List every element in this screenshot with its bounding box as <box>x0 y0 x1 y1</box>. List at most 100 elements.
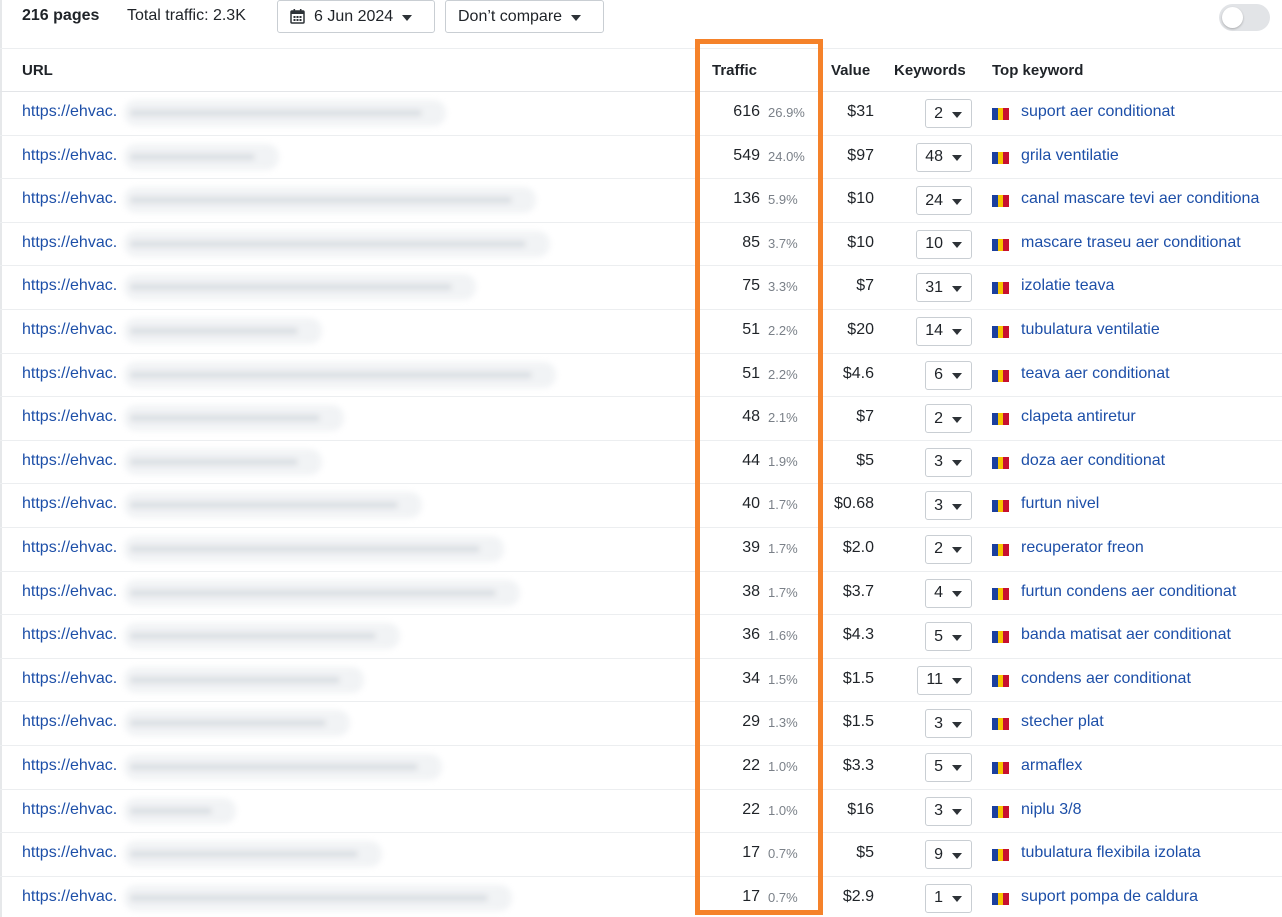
redacted-url-blur <box>124 623 400 650</box>
page-url-link[interactable]: https://ehvac. <box>22 408 117 426</box>
keywords-dropdown[interactable]: 3 <box>925 491 972 521</box>
top-keyword-link[interactable]: suport aer conditionat <box>1021 103 1175 121</box>
column-header-top-keyword[interactable]: Top keyword <box>992 62 1083 79</box>
column-header-keywords[interactable]: Keywords <box>894 62 966 79</box>
traffic-share: 5.9% <box>768 192 798 208</box>
page-url-link[interactable]: https://ehvac. <box>22 713 117 731</box>
keywords-count: 11 <box>926 671 943 689</box>
top-keyword-link[interactable]: banda matisat aer conditionat <box>1021 626 1231 644</box>
redacted-url-blur <box>124 100 446 126</box>
page-url-link[interactable]: https://ehvac. <box>22 190 117 208</box>
keywords-dropdown[interactable]: 10 <box>916 229 972 259</box>
traffic-value: 38 <box>742 582 760 600</box>
keywords-dropdown[interactable]: 9 <box>925 840 972 870</box>
traffic-value-usd: $10 <box>847 233 874 251</box>
keywords-count: 9 <box>934 845 943 863</box>
page-url-link[interactable]: https://ehvac. <box>22 757 117 775</box>
chevron-down-icon <box>952 242 962 249</box>
top-keyword-link[interactable]: niplu 3/8 <box>1021 801 1082 819</box>
keywords-dropdown[interactable]: 24 <box>916 186 972 216</box>
traffic-value: 22 <box>742 756 760 774</box>
column-header-value[interactable]: Value <box>831 62 870 79</box>
top-keyword-link[interactable]: recuperator freon <box>1021 539 1144 557</box>
page-url-link[interactable]: https://ehvac. <box>22 539 117 557</box>
column-header-url[interactable]: URL <box>22 62 53 79</box>
traffic-value-usd: $4.6 <box>842 364 874 382</box>
keywords-count: 3 <box>934 496 943 514</box>
page-url-link[interactable]: https://ehvac. <box>22 583 117 601</box>
keywords-dropdown[interactable]: 5 <box>925 622 972 652</box>
page-url-link[interactable]: https://ehvac. <box>22 321 117 339</box>
chevron-down-icon <box>952 111 962 118</box>
keywords-dropdown[interactable]: 14 <box>916 316 972 346</box>
top-keyword-link[interactable]: condens aer conditionat <box>1021 670 1191 688</box>
top-keyword-link[interactable]: mascare traseu aer conditionat <box>1021 234 1241 252</box>
page-url-link[interactable]: https://ehvac. <box>22 670 117 688</box>
keywords-dropdown[interactable]: 3 <box>925 709 972 739</box>
top-keyword-link[interactable]: stecher plat <box>1021 713 1104 731</box>
top-keyword-link[interactable]: suport pompa de caldura <box>1021 888 1198 906</box>
keywords-dropdown[interactable]: 31 <box>916 273 972 303</box>
top-keyword-link[interactable]: doza aer conditionat <box>1021 452 1165 470</box>
keywords-dropdown[interactable]: 6 <box>925 360 972 390</box>
toggle-switch[interactable] <box>1219 4 1270 31</box>
page-url-link[interactable]: https://ehvac. <box>22 495 117 513</box>
top-keyword-link[interactable]: tubulatura flexibila izolata <box>1021 844 1201 862</box>
chevron-down-icon <box>952 634 962 641</box>
traffic-value-usd: $5 <box>856 451 874 469</box>
traffic-value: 22 <box>742 800 760 818</box>
page-url-link[interactable]: https://ehvac. <box>22 277 117 295</box>
column-header-traffic[interactable]: Traffic <box>712 62 757 79</box>
romania-flag-icon <box>992 892 1010 905</box>
keywords-dropdown[interactable]: 4 <box>925 578 972 608</box>
traffic-value: 75 <box>742 277 760 295</box>
romania-flag-icon <box>992 718 1010 731</box>
keywords-dropdown[interactable]: 3 <box>925 796 972 826</box>
table-row: https://ehvac. 39 1.7% $2.0 2 recuperator fre… <box>0 528 1282 572</box>
top-keyword-link[interactable]: teava aer conditionat <box>1021 365 1170 383</box>
page-url-link[interactable]: https://ehvac. <box>22 844 117 862</box>
page-url-link[interactable]: https://ehvac. <box>22 801 117 819</box>
page-url-link[interactable]: https://ehvac. <box>22 452 117 470</box>
top-keyword-link[interactable]: grila ventilatie <box>1021 147 1119 165</box>
keywords-dropdown[interactable]: 3 <box>925 447 972 477</box>
keywords-dropdown[interactable]: 2 <box>925 99 972 128</box>
page-url-link[interactable]: https://ehvac. <box>22 147 117 165</box>
traffic-share: 1.6% <box>768 628 798 644</box>
top-keyword-link[interactable]: canal mascare tevi aer conditiona <box>1021 190 1259 208</box>
redacted-url-blur <box>124 405 344 432</box>
traffic-value-usd: $97 <box>847 146 874 164</box>
keywords-dropdown[interactable]: 2 <box>925 404 972 434</box>
top-keyword-link[interactable]: furtun condens aer conditionat <box>1021 583 1236 601</box>
keywords-dropdown[interactable]: 48 <box>916 142 972 172</box>
table-row: https://ehvac. 75 3.3% $7 31 izolatie teava <box>0 266 1282 310</box>
top-keyword-link[interactable]: armaflex <box>1021 757 1082 775</box>
chevron-down-icon <box>952 155 962 162</box>
page-url-link[interactable]: https://ehvac. <box>22 626 117 644</box>
keywords-dropdown[interactable]: 5 <box>925 752 972 782</box>
keywords-count: 2 <box>934 409 943 427</box>
table-row: https://ehvac. 549 24.0% $97 48 grila ventila… <box>0 136 1282 180</box>
chevron-down-icon <box>952 852 962 859</box>
page-url-link[interactable]: https://ehvac. <box>22 365 117 383</box>
compare-dropdown-button[interactable]: Don’t compare <box>445 0 604 33</box>
traffic-value: 549 <box>733 146 760 164</box>
page-url-link[interactable]: https://ehvac. <box>22 234 117 252</box>
top-keyword-link[interactable]: izolatie teava <box>1021 277 1114 295</box>
traffic-value: 51 <box>742 364 760 382</box>
traffic-value: 17 <box>742 887 760 905</box>
top-keyword-link[interactable]: clapeta antiretur <box>1021 408 1136 426</box>
compare-label: Don’t compare <box>458 7 563 25</box>
traffic-value-usd: $2.0 <box>842 538 874 556</box>
date-picker-button[interactable]: 6 Jun 2024 <box>277 0 435 33</box>
keywords-dropdown[interactable]: 11 <box>917 665 972 695</box>
traffic-share: 26.9% <box>768 105 805 120</box>
keywords-count: 3 <box>934 714 943 732</box>
keywords-dropdown[interactable]: 1 <box>925 883 972 913</box>
page-url-link[interactable]: https://ehvac. <box>22 888 117 906</box>
page-url-link[interactable]: https://ehvac. <box>22 103 117 121</box>
top-keyword-link[interactable]: tubulatura ventilatie <box>1021 321 1160 339</box>
top-keyword-link[interactable]: furtun nivel <box>1021 495 1099 513</box>
keywords-dropdown[interactable]: 2 <box>925 534 972 564</box>
traffic-share: 1.3% <box>768 715 798 731</box>
